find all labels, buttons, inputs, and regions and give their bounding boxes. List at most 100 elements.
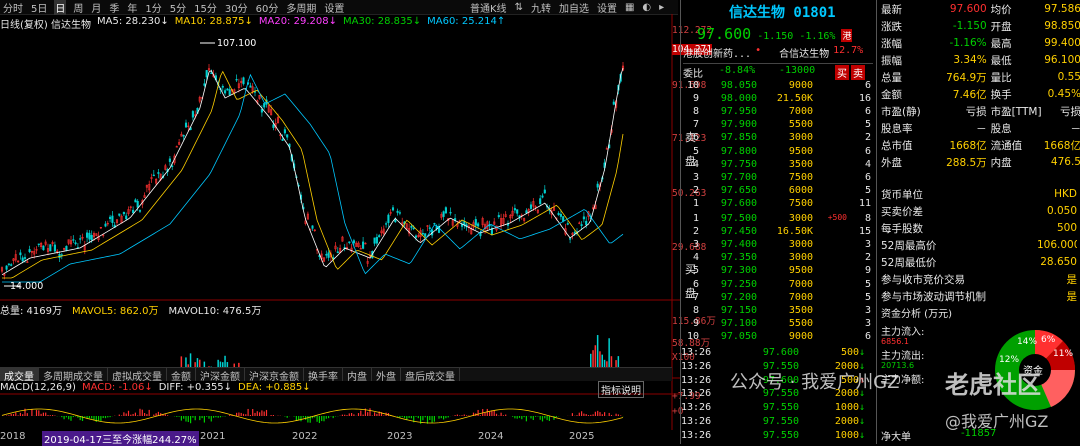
candle-body bbox=[86, 233, 88, 238]
ask-level-row[interactable]: 6 97.850 3000 2 bbox=[681, 132, 876, 145]
tab-volume[interactable]: 成交量 bbox=[0, 368, 39, 381]
ask-volume: 9500 bbox=[757, 146, 813, 159]
candle-body bbox=[20, 253, 22, 255]
macd-bar bbox=[252, 409, 253, 416]
macd-bar bbox=[199, 416, 200, 420]
stat-label: 涨幅 bbox=[877, 36, 933, 51]
buy-button[interactable]: 买 bbox=[835, 65, 849, 80]
settings-button[interactable]: 设置 bbox=[597, 0, 617, 15]
bid-level-row[interactable]: 2 97.450 16.50K 15 bbox=[681, 226, 876, 239]
tab-virtual-volume[interactable]: 虚拟成交量 bbox=[108, 368, 167, 381]
tab-multi-volume[interactable]: 多周期成交量 bbox=[39, 368, 108, 381]
tab-season[interactable]: 季 bbox=[108, 0, 120, 15]
macd-bar bbox=[597, 411, 598, 416]
macd-bar bbox=[586, 414, 587, 416]
info-row: 货币单位 HKD bbox=[877, 186, 1080, 202]
tab-settings[interactable]: 设置 bbox=[323, 0, 345, 15]
sell-button[interactable]: 卖 bbox=[851, 65, 865, 80]
tab-hsj-amount[interactable]: 沪深京金额 bbox=[245, 368, 304, 381]
info-label: 52周最低价 bbox=[877, 255, 1037, 270]
tab-fenshi[interactable]: 分时 bbox=[2, 0, 24, 15]
tab-week[interactable]: 周 bbox=[72, 0, 84, 15]
arrow-icon[interactable]: ▸ bbox=[659, 2, 664, 13]
macd-bar bbox=[70, 416, 71, 421]
bid-level-row[interactable]: 5 97.300 9500 9 bbox=[681, 265, 876, 278]
bid-level-row[interactable]: 6 97.250 7000 5 bbox=[681, 279, 876, 292]
tab-outer[interactable]: 外盘 bbox=[372, 368, 401, 381]
tab-turnover[interactable]: 换手率 bbox=[304, 368, 343, 381]
bid-volume: 9000 bbox=[757, 331, 813, 344]
stat-row: 市盈(静) 亏损 市盈[TTM] 亏损 bbox=[877, 103, 1080, 119]
stat-label: 总量 bbox=[877, 70, 933, 85]
macd-bar bbox=[245, 414, 246, 416]
bid-level-row[interactable]: 8 97.150 3500 3 bbox=[681, 305, 876, 318]
tab-amount[interactable]: 金额 bbox=[167, 368, 196, 381]
ask-level-row[interactable]: 3 97.700 7500 6 bbox=[681, 172, 876, 185]
bid-level-row[interactable]: 4 97.350 3000 2 bbox=[681, 252, 876, 265]
ask-level-row[interactable]: 1 97.600 7500 11 bbox=[681, 198, 876, 211]
nine-turn-button[interactable]: 九转 bbox=[531, 0, 551, 15]
tab-15min[interactable]: 15分 bbox=[193, 0, 218, 15]
macd-bar bbox=[464, 415, 465, 416]
macd-bar bbox=[167, 415, 168, 416]
macd-bar bbox=[110, 416, 111, 417]
tab-inner[interactable]: 内盘 bbox=[343, 368, 372, 381]
bid-extra bbox=[813, 331, 847, 344]
tab-60min[interactable]: 60分 bbox=[255, 0, 280, 15]
indicator-help-button[interactable]: 指标说明 bbox=[598, 381, 644, 398]
candle-body bbox=[250, 86, 252, 88]
macd-bar bbox=[121, 415, 122, 416]
tab-month[interactable]: 月 bbox=[90, 0, 102, 15]
info-value: 是 bbox=[1037, 272, 1077, 287]
candle-body bbox=[139, 210, 141, 211]
candle-body bbox=[567, 223, 569, 224]
tab-day[interactable]: 日 bbox=[54, 0, 66, 15]
macd-bar bbox=[360, 411, 361, 416]
bid-extra bbox=[813, 226, 847, 239]
tick-price: 97.550 bbox=[719, 416, 799, 430]
weibi-value: -8.84% bbox=[719, 65, 779, 80]
tab-after-hours[interactable]: 盘后成交量 bbox=[401, 368, 460, 381]
ma10-line bbox=[2, 72, 623, 278]
ma5-line bbox=[2, 68, 623, 275]
tab-1min[interactable]: 1分 bbox=[144, 0, 162, 15]
stat-label: 均价 bbox=[987, 2, 1043, 17]
ask-level-row[interactable]: 9 98.000 21.50K 16 bbox=[681, 93, 876, 106]
ask-level-row[interactable]: 5 97.800 9500 6 bbox=[681, 146, 876, 159]
kline-type-select[interactable]: 普通K线 bbox=[470, 0, 507, 15]
grid-icon[interactable]: ▦ bbox=[625, 2, 634, 13]
ask-level-row[interactable]: 10 98.050 9000 6 bbox=[681, 80, 876, 93]
sector-link[interactable]: 港股创新药... bbox=[683, 45, 751, 60]
tab-multi-period[interactable]: 多周期 bbox=[285, 0, 317, 15]
candle-body bbox=[169, 159, 171, 162]
macd-bar bbox=[91, 416, 92, 418]
year-label: 2022 bbox=[292, 431, 317, 442]
bid-price: 97.050 bbox=[699, 331, 757, 344]
bid-price: 97.450 bbox=[699, 226, 757, 239]
info-row: 52周最高价 106.000 bbox=[877, 237, 1080, 253]
macd-bar bbox=[18, 415, 19, 416]
tab-hs-amount[interactable]: 沪深金额 bbox=[196, 368, 245, 381]
help-icon[interactable]: ◐ bbox=[642, 2, 651, 13]
scale-icon[interactable]: ⇅ bbox=[515, 2, 523, 13]
tab-5min[interactable]: 5分 bbox=[169, 0, 187, 15]
add-watchlist-button[interactable]: 加自选 bbox=[559, 0, 589, 15]
ask-level-row[interactable]: 4 97.750 3500 4 bbox=[681, 159, 876, 172]
bid-level-row[interactable]: 1 97.500 3000 +500 8 bbox=[681, 213, 876, 226]
ask-level-row[interactable]: 7 97.900 5500 5 bbox=[681, 119, 876, 132]
tab-5day[interactable]: 5日 bbox=[30, 0, 48, 15]
stat-value: 0.45% bbox=[1043, 88, 1080, 100]
ask-level-row[interactable]: 8 97.950 7000 6 bbox=[681, 106, 876, 119]
tab-year[interactable]: 年 bbox=[126, 0, 138, 15]
candle-body bbox=[137, 201, 139, 207]
macd-bar bbox=[411, 416, 412, 418]
bid-level-row[interactable]: 9 97.100 5500 3 bbox=[681, 318, 876, 331]
tab-30min[interactable]: 30分 bbox=[224, 0, 249, 15]
bid-price: 97.500 bbox=[699, 213, 757, 226]
ask-level: 8 bbox=[681, 106, 699, 119]
bid-level-row[interactable]: 3 97.400 3000 3 bbox=[681, 239, 876, 252]
bid-level-row[interactable]: 7 97.200 7000 5 bbox=[681, 292, 876, 305]
bid-level-row[interactable]: 10 97.050 9000 6 bbox=[681, 331, 876, 344]
macd-bar bbox=[8, 415, 9, 416]
ask-level-row[interactable]: 2 97.650 6000 5 bbox=[681, 185, 876, 198]
